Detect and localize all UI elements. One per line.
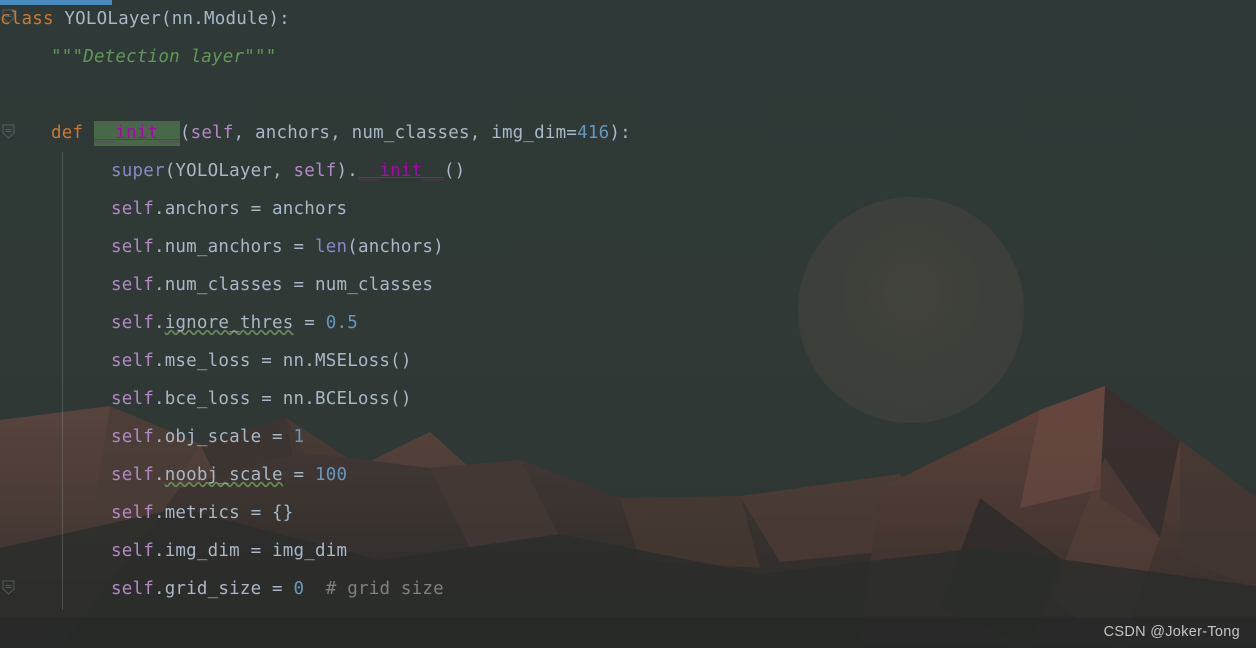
code-token: .bce_loss = nn.BCELoss() [153, 389, 412, 409]
code-token: . [153, 465, 165, 485]
code-line[interactable]: self.noobj_scale = 100 [0, 456, 631, 494]
code-editor-window: class YOLOLayer(nn.Module): """Detection … [0, 0, 1256, 648]
code-token: = [282, 465, 316, 485]
code-token: 100 [315, 465, 348, 485]
code-token: .mse_loss = nn.MSELoss() [153, 351, 412, 371]
code-token: 416 [577, 123, 610, 143]
code-token: self [111, 427, 154, 447]
code-token: self [111, 351, 154, 371]
code-token: ( [179, 123, 191, 143]
code-token: .obj_scale = [153, 427, 294, 447]
code-token: self [111, 389, 154, 409]
code-line[interactable] [0, 76, 631, 114]
code-token: 0.5 [325, 313, 358, 333]
code-token: (anchors) [347, 237, 444, 257]
code-token: = [293, 313, 326, 333]
code-line[interactable]: self.obj_scale = 1 [0, 418, 631, 456]
code-token: self [111, 199, 154, 219]
top-accent-bar [0, 0, 112, 5]
code-token: self [111, 275, 154, 295]
code-token: .num_classes = num_classes [153, 275, 434, 295]
code-token: len [315, 237, 348, 257]
code-line[interactable]: self.grid_size = 0 # grid size [0, 570, 631, 608]
code-token: self [111, 237, 154, 257]
code-line[interactable]: self.bce_loss = nn.BCELoss() [0, 380, 631, 418]
code-line[interactable]: self.num_anchors = len(anchors) [0, 228, 631, 266]
code-token: ignore_thres [164, 313, 294, 333]
code-token: .num_anchors = [153, 237, 315, 257]
code-token: self [111, 503, 154, 523]
code-token: self [190, 123, 234, 143]
code-line[interactable]: super(YOLOLayer, self).__init__() [0, 152, 631, 190]
code-token: .grid_size = [153, 579, 294, 599]
code-token: def [51, 123, 94, 143]
code-line[interactable]: self.img_dim = img_dim [0, 532, 631, 570]
code-token: (YOLOLayer, [164, 161, 294, 181]
code-token: class [0, 9, 65, 29]
code-token: .anchors = anchors [153, 199, 348, 219]
code-token: , anchors, num_classes, img_dim= [233, 123, 578, 143]
code-line[interactable]: self.anchors = anchors [0, 190, 631, 228]
code-token: self [111, 579, 154, 599]
code-token: .metrics = {} [153, 503, 294, 523]
code-token: # grid size [325, 579, 444, 599]
watermark-label: CSDN @Joker-Tong [1103, 624, 1240, 640]
code-token: () [443, 161, 466, 181]
code-line[interactable]: self.ignore_thres = 0.5 [0, 304, 631, 342]
code-token: self [111, 313, 154, 333]
code-token: .img_dim = img_dim [153, 541, 348, 561]
code-token: __init__ [93, 121, 180, 146]
code-token: """Detection layer""" [51, 47, 277, 67]
code-token: self [293, 161, 337, 181]
code-token: YOLOLayer(nn.Module): [64, 9, 290, 29]
code-line[interactable]: self.metrics = {} [0, 494, 631, 532]
code-line[interactable]: class YOLOLayer(nn.Module): [0, 0, 631, 38]
code-line[interactable]: def __init__(self, anchors, num_classes,… [0, 114, 631, 152]
wallpaper-footer-band [0, 618, 1256, 648]
code-line[interactable]: self.num_classes = num_classes [0, 266, 631, 304]
code-token: __init__ [357, 161, 444, 181]
code-token: 1 [293, 427, 305, 447]
code-token: ). [336, 161, 358, 181]
code-token: 0 [293, 579, 305, 599]
code-text-area[interactable]: class YOLOLayer(nn.Module): """Detection … [0, 0, 631, 608]
code-token: super [111, 161, 165, 181]
code-line[interactable]: """Detection layer""" [0, 38, 631, 76]
code-token: noobj_scale [164, 465, 283, 485]
code-line[interactable]: self.mse_loss = nn.MSELoss() [0, 342, 631, 380]
code-token: ): [609, 123, 631, 143]
code-token: . [153, 313, 165, 333]
code-token: self [111, 465, 154, 485]
code-token: self [111, 541, 154, 561]
